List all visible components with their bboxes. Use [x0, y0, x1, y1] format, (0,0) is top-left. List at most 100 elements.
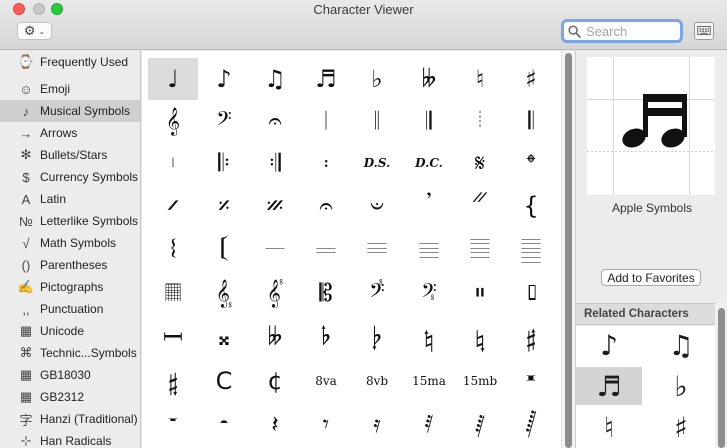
character-cell[interactable]: 𝄎	[199, 185, 249, 227]
sidebar-item-frequently-used[interactable]: ⌚ Frequently Used	[0, 51, 140, 73]
sidebar-item-currency-symbols[interactable]: $ Currency Symbols	[0, 166, 140, 188]
character-cell[interactable]: 𝄤	[404, 272, 454, 314]
character-cell[interactable]: ♫	[250, 58, 300, 100]
character-cell[interactable]: 𝄰	[506, 316, 556, 358]
character-cell[interactable]: 𝄫	[250, 316, 300, 358]
sidebar-item-bullets-stars[interactable]: ✻ Bullets/Stars	[0, 144, 140, 166]
character-cell[interactable]: 𝄐	[301, 185, 351, 227]
character-cell[interactable]: 𝄋	[455, 142, 505, 184]
scrollbar-thumb[interactable]	[565, 53, 572, 448]
character-cell[interactable]: 𝄬	[301, 316, 351, 358]
character-cell[interactable]: 15ma	[404, 360, 454, 402]
character-cell[interactable]: ♬	[301, 58, 351, 100]
action-menu-button[interactable]: ⚙ ⌄	[17, 22, 52, 40]
character-cell[interactable]: 𝄣	[352, 272, 402, 314]
character-cell[interactable]: 𝄄	[455, 100, 505, 142]
related-character-cell[interactable]: ♪	[576, 326, 642, 364]
search-field[interactable]	[561, 19, 683, 43]
character-cell[interactable]: ♩	[148, 58, 198, 100]
character-cell[interactable]: 15mb	[455, 360, 505, 402]
sidebar-item-latin[interactable]: A Latin	[0, 188, 140, 210]
character-cell[interactable]: 𝄫	[404, 58, 454, 100]
related-character-cell[interactable]: ♯	[648, 408, 714, 446]
character-cell[interactable]: 𝄡	[301, 272, 351, 314]
character-cell[interactable]: 𝄖	[250, 228, 300, 270]
sidebar-item-emoji[interactable]: ☺ Emoji	[0, 78, 140, 100]
character-cell[interactable]: 𝄢	[199, 100, 249, 142]
character-cell[interactable]: 𝄚	[455, 228, 505, 270]
sidebar-item-hanzi-traditional[interactable]: 字 Hanzi (Traditional)	[0, 408, 140, 430]
character-cell[interactable]: 𝄐	[250, 100, 300, 142]
character-cell[interactable]: 𝄩	[148, 316, 198, 358]
sidebar-item-letterlike-symbols[interactable]: № Letterlike Symbols	[0, 210, 140, 232]
character-cell[interactable]: 𝄕	[199, 228, 249, 270]
character-cell[interactable]: 𝅁	[455, 403, 505, 445]
character-cell[interactable]: 𝄔	[148, 228, 198, 270]
character-cell[interactable]: 𝄟	[250, 272, 300, 314]
related-character-cell[interactable]: ♫	[648, 326, 714, 364]
character-cell[interactable]: 𝄒	[404, 185, 454, 227]
character-cell[interactable]: 𝄈	[301, 142, 351, 184]
related-character-cell[interactable]: ♮	[576, 408, 642, 446]
character-cell[interactable]: 𝅀	[404, 403, 454, 445]
character-cell[interactable]: 𝄱	[148, 360, 198, 402]
character-cell[interactable]: 𝄜	[148, 272, 198, 314]
sidebar-item-pictographs[interactable]: ✍ Pictographs	[0, 276, 140, 298]
sidebar-item-technic-symbols[interactable]: ⌘ Technic...Symbols	[0, 342, 140, 364]
character-cell[interactable]: 𝄓	[455, 185, 505, 227]
character-cell[interactable]: {	[506, 185, 556, 227]
character-cell[interactable]: 𝄘	[352, 228, 402, 270]
character-cell[interactable]: ¢	[250, 360, 300, 402]
character-cell[interactable]: ♯	[506, 58, 556, 100]
character-cell[interactable]: 𝄪	[199, 316, 249, 358]
character-cell[interactable]: 𝄛	[506, 228, 556, 270]
sidebar-item-musical-symbols[interactable]: ♪ Musical Symbols	[0, 100, 140, 122]
add-to-favorites-button[interactable]: Add to Favorites	[601, 269, 701, 286]
character-cell[interactable]: 𝄅	[148, 142, 198, 184]
character-cell[interactable]: ♮	[455, 58, 505, 100]
character-cell[interactable]: D.C.	[404, 142, 454, 184]
character-cell[interactable]: ♪	[199, 58, 249, 100]
sidebar-item-arrows[interactable]: → Arrows	[0, 122, 140, 144]
character-cell[interactable]: 𝄭	[352, 316, 402, 358]
character-cell[interactable]: 𝅂	[506, 403, 556, 445]
character-cell[interactable]: 𝄮	[404, 316, 454, 358]
character-cell[interactable]: 𝄇	[250, 142, 300, 184]
sidebar-item-gb18030[interactable]: ▦ GB18030	[0, 364, 140, 386]
sidebar-item-gb2312[interactable]: ▦ GB2312	[0, 386, 140, 408]
character-cell[interactable]: D.S.	[352, 142, 402, 184]
scrollbar-thumb[interactable]	[718, 308, 725, 448]
sidebar-item-han-radicals[interactable]: ⊹ Han Radicals	[0, 430, 140, 448]
character-cell[interactable]: 𝄠	[199, 272, 249, 314]
character-cell[interactable]: 𝄦	[506, 272, 556, 314]
character-cell[interactable]: 𝄗	[301, 228, 351, 270]
character-cell[interactable]: 𝄻	[148, 403, 198, 445]
character-cell[interactable]: 𝄑	[352, 185, 402, 227]
character-cell[interactable]: 𝄍	[148, 185, 198, 227]
character-cell[interactable]: 𝄯	[455, 316, 505, 358]
keyboard-viewer-button[interactable]	[694, 22, 714, 40]
sidebar-item-parentheses[interactable]: () Parentheses	[0, 254, 140, 276]
character-cell[interactable]: 𝄾	[301, 403, 351, 445]
character-cell[interactable]: 8vb	[352, 360, 402, 402]
character-cell[interactable]: 𝄺	[506, 360, 556, 402]
related-character-cell[interactable]: ♬	[576, 367, 642, 405]
character-cell[interactable]: C	[199, 360, 249, 402]
sidebar-item-unicode[interactable]: ▦ Unicode	[0, 320, 140, 342]
character-cell[interactable]: 𝄂	[404, 100, 454, 142]
character-cell[interactable]: 𝄙	[404, 228, 454, 270]
related-scrollbar[interactable]	[715, 303, 727, 448]
character-cell[interactable]: ♭	[352, 58, 402, 100]
character-cell[interactable]: 𝄽	[250, 403, 300, 445]
character-cell[interactable]: 𝄌	[506, 142, 556, 184]
related-character-cell[interactable]: ♭	[648, 367, 714, 405]
character-cell[interactable]: 𝄞	[148, 100, 198, 142]
search-input[interactable]	[586, 23, 676, 39]
grid-scrollbar[interactable]	[561, 51, 575, 448]
sidebar-item-math-symbols[interactable]: √ Math Symbols	[0, 232, 140, 254]
character-cell[interactable]: 𝄿	[352, 403, 402, 445]
sidebar-item-punctuation[interactable]: ,, Punctuation	[0, 298, 140, 320]
character-cell[interactable]: 𝄼	[199, 403, 249, 445]
character-cell[interactable]: 𝄆	[199, 142, 249, 184]
character-cell[interactable]: 8va	[301, 360, 351, 402]
